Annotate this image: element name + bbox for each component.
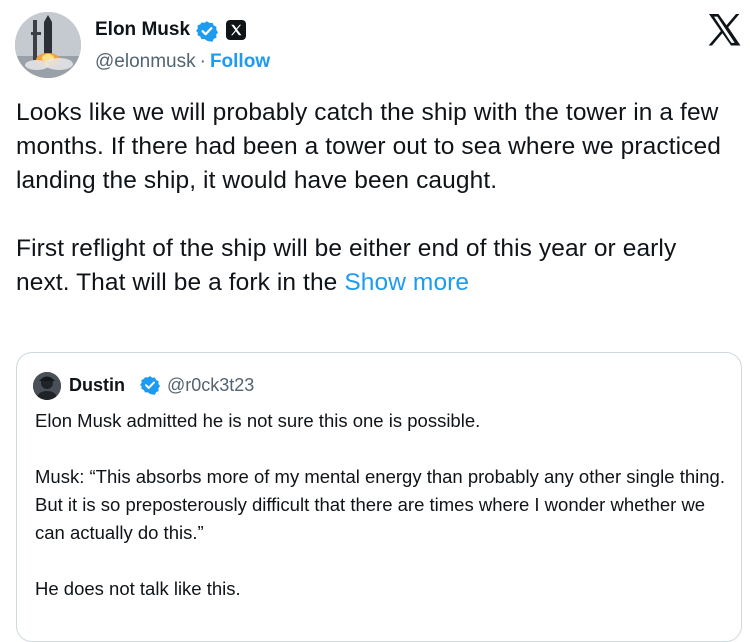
author-handle-row: @elonmusk · Follow (95, 50, 270, 74)
x-logo-icon[interactable] (706, 12, 742, 48)
author-handle[interactable]: @elonmusk (95, 51, 196, 72)
user-avatar (33, 372, 61, 400)
quoted-paragraph: Musk: “This absorbs more of my mental en… (35, 466, 725, 543)
x-affiliation-icon (226, 20, 246, 40)
tweet-paragraph: First reflight of the ship will be eithe… (16, 232, 736, 300)
verified-badge-icon (140, 376, 160, 395)
tweet-body: Looks like we will probably catch the sh… (16, 96, 736, 300)
verified-badge-icon (196, 21, 218, 42)
quoted-author-handle[interactable]: @r0ck3t23 (167, 373, 254, 397)
author-name[interactable]: Elon Musk (95, 18, 190, 42)
quoted-paragraph: Elon Musk admitted he is not sure this o… (35, 410, 481, 431)
quoted-tweet-body: Elon Musk admitted he is not sure this o… (35, 407, 731, 603)
rocket-launch-avatar (15, 12, 81, 78)
quoted-author-name[interactable]: Dustin (69, 373, 125, 397)
tweet-paragraph: Looks like we will probably catch the sh… (16, 99, 721, 194)
author-avatar[interactable] (15, 12, 81, 78)
quoted-paragraph: He does not talk like this. (35, 578, 241, 599)
separator-dot: · (199, 51, 206, 72)
tweet-embed: Elon Musk @elonmusk · Follow Looks like we… (0, 0, 750, 642)
quoted-tweet[interactable]: Dustin @r0ck3t23 Elon Musk admitted he i… (16, 352, 742, 642)
quoted-author-avatar[interactable] (33, 372, 61, 400)
show-more-link[interactable]: Show more (344, 269, 469, 296)
follow-button[interactable]: Follow (210, 51, 270, 72)
